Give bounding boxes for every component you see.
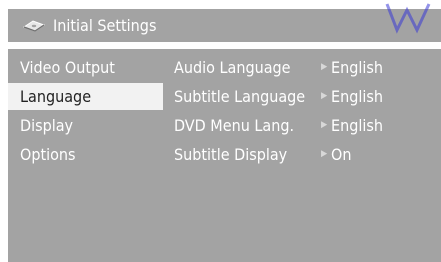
setting-label: Audio Language [174,58,291,77]
setting-row-dvd-menu-lang[interactable]: DVD Menu Lang. ▶ English [163,112,441,139]
sidebar-item-display[interactable]: Display [8,112,163,139]
sidebar-item-label: Options [20,145,76,164]
sidebar-item-label: Video Output [20,58,115,77]
sidebar: Video Output Language Display Options [8,49,163,262]
title-bar: Initial Settings [8,9,441,42]
setting-value: On [331,145,352,164]
sidebar-item-video-output[interactable]: Video Output [8,54,163,81]
disc-icon [22,18,46,34]
page-title: Initial Settings [53,16,157,35]
arrow-right-icon: ▶ [321,62,328,72]
decorative-stroke [385,3,431,34]
arrow-right-icon: ▶ [321,91,328,101]
setting-value: English [331,58,383,77]
sidebar-item-label: Display [20,116,74,135]
setting-label: Subtitle Language [174,87,306,106]
arrow-right-icon: ▶ [321,120,328,130]
setting-label: DVD Menu Lang. [174,116,295,135]
setting-row-subtitle-language[interactable]: Subtitle Language ▶ English [163,83,441,110]
arrow-right-icon: ▶ [321,149,328,159]
setting-value: English [331,116,383,135]
setting-value: English [331,87,383,106]
setting-row-subtitle-display[interactable]: Subtitle Display ▶ On [163,141,441,168]
setting-row-audio-language[interactable]: Audio Language ▶ English [163,54,441,81]
sidebar-item-language[interactable]: Language [8,83,163,110]
sidebar-item-options[interactable]: Options [8,141,163,168]
setting-label: Subtitle Display [174,145,288,164]
sidebar-item-label: Language [20,87,92,106]
settings-panel: Audio Language ▶ English Subtitle Langua… [163,49,441,262]
